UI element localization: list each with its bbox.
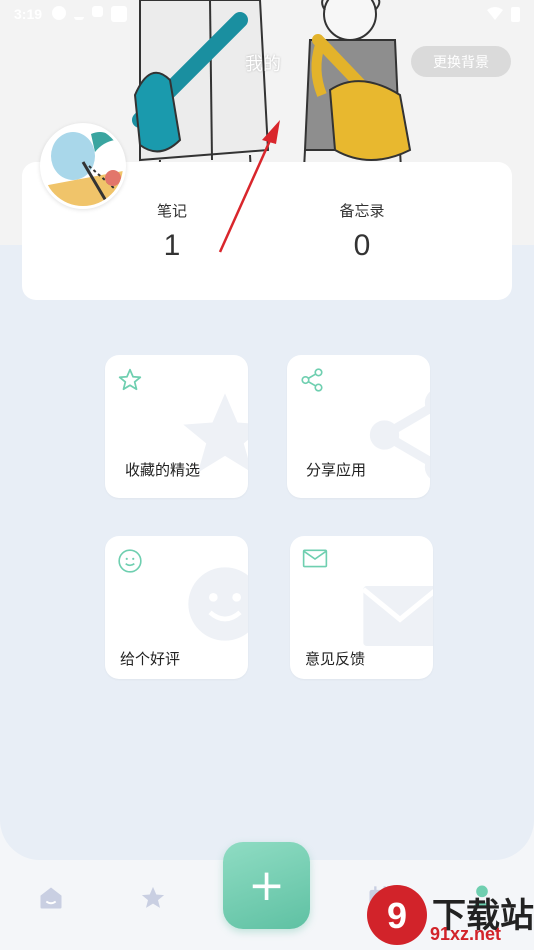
app-icon <box>111 6 128 22</box>
favorites-label: 收藏的精选 <box>125 461 201 479</box>
feedback-bg-mail-icon <box>361 586 433 646</box>
share-icon <box>301 368 323 392</box>
status-time: 3:19 <box>14 6 43 22</box>
status-notification-icons <box>52 6 128 22</box>
stat-memos-value: 0 <box>353 229 371 262</box>
rate-label: 给个好评 <box>120 650 181 668</box>
watermark-url: 91xz.net <box>430 924 502 944</box>
feedback-card[interactable]: 意见反馈 <box>290 536 433 679</box>
download-icon <box>74 6 85 20</box>
avatar-image <box>43 126 123 206</box>
status-system-icons <box>487 6 520 22</box>
main-panel <box>0 245 534 860</box>
share-bg-icon <box>369 391 430 479</box>
sync-icon <box>52 6 67 20</box>
avatar[interactable] <box>40 123 126 209</box>
square-icon <box>92 6 104 17</box>
rate-card[interactable]: 给个好评 <box>105 536 248 679</box>
stat-memos[interactable]: 备忘录 0 <box>302 200 422 263</box>
status-bar: 3:19 <box>0 0 534 28</box>
share-app-label: 分享应用 <box>306 461 367 479</box>
home-icon[interactable] <box>37 884 65 912</box>
add-button[interactable]: + <box>223 842 310 929</box>
battery-icon <box>511 6 520 22</box>
wifi-icon <box>487 6 503 20</box>
stat-memos-label: 备忘录 <box>339 202 385 220</box>
rate-bg-smile-icon <box>188 567 248 641</box>
share-app-card[interactable]: 分享应用 <box>287 355 430 498</box>
change-background-button[interactable]: 更换背景 <box>411 46 511 77</box>
smile-icon <box>118 549 142 573</box>
add-icon: + <box>248 859 285 911</box>
watermark: 9 下载站 91xz.net <box>362 882 534 950</box>
feedback-label: 意见反馈 <box>305 650 366 668</box>
stat-notes-label: 笔记 <box>156 202 187 220</box>
favorites-card[interactable]: 收藏的精选 <box>105 355 248 498</box>
stat-notes[interactable]: 笔记 1 <box>112 200 232 263</box>
mail-icon <box>302 549 328 568</box>
svg-text:9: 9 <box>387 895 407 936</box>
star-icon <box>118 368 142 391</box>
stat-notes-value: 1 <box>163 229 181 262</box>
watermark-logo-icon: 9 <box>367 885 427 945</box>
favorites-nav-star-icon[interactable] <box>139 884 167 912</box>
page-title: 我的 <box>245 54 281 75</box>
